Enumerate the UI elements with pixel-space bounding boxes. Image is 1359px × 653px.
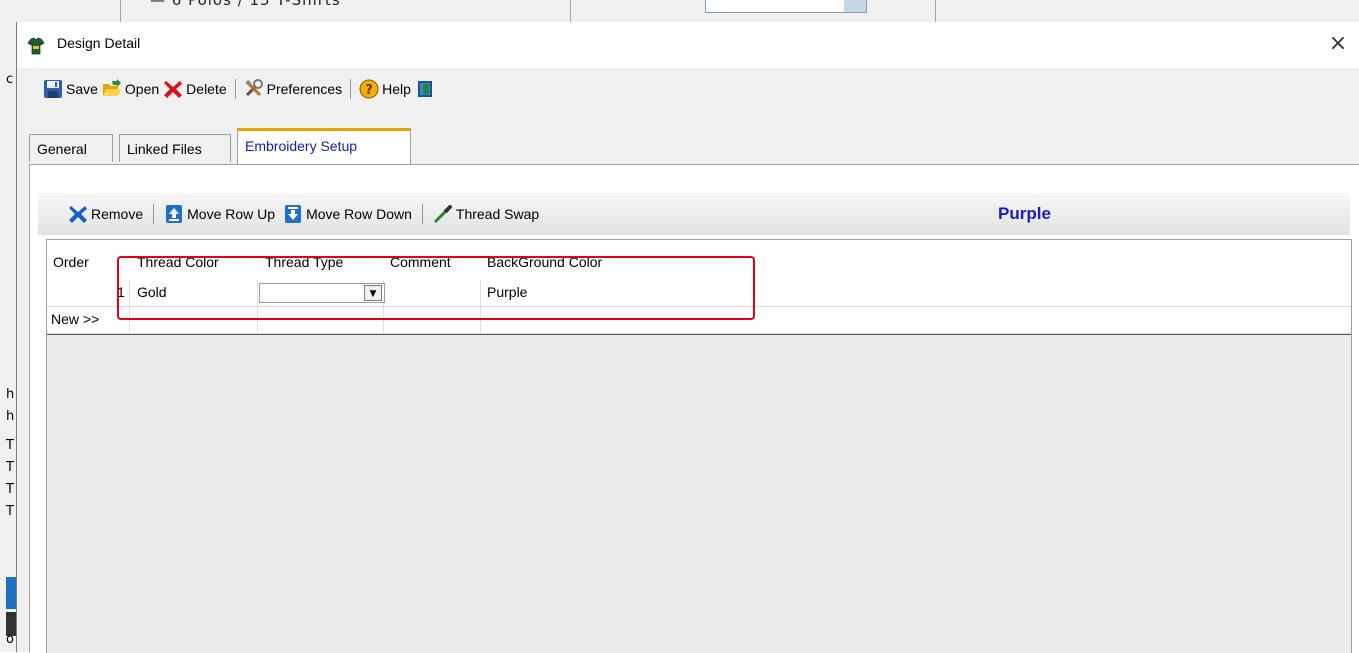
tab-embroidery-setup[interactable]: Embroidery Setup [237, 128, 411, 164]
background-char: T [6, 482, 14, 497]
exit-door-icon [417, 81, 432, 97]
floppy-disk-icon [44, 80, 62, 98]
red-x-icon [164, 81, 183, 98]
background-char: h [6, 409, 15, 424]
main-toolbar: Save Open Delete Preferences ? Help [41, 74, 437, 104]
background-app-strip: — 6 Polos / 15 T-Shirts [0, 0, 1359, 22]
delete-label: Delete [186, 81, 227, 97]
tab-linked-files[interactable]: Linked Files [119, 134, 231, 162]
background-char: h [6, 387, 15, 402]
window-title: Design Detail [57, 35, 141, 51]
cell-divider [480, 307, 481, 333]
move-down-label: Move Row Down [306, 206, 412, 222]
background-char: T [6, 460, 14, 475]
tab-general[interactable]: General [29, 134, 113, 162]
open-label: Open [124, 81, 160, 97]
help-label: Help [382, 81, 411, 97]
new-row-label: New >> [51, 311, 100, 327]
arrow-up-icon [166, 205, 183, 223]
move-row-up-button[interactable]: Move Row Up [160, 204, 279, 224]
background-text: — 6 Polos / 15 T-Shirts [150, 0, 341, 9]
eyedropper-icon [433, 205, 452, 224]
new-row[interactable]: New >> [47, 307, 1351, 334]
divider [120, 0, 121, 22]
cell-background-color[interactable]: Purple [487, 284, 527, 300]
divider [935, 0, 936, 22]
arrow-down-icon [285, 205, 302, 223]
design-detail-window: Design Detail × Save Open Delete Prefere… [16, 22, 1359, 653]
grid-header: Order Thread Color Thread Type Comment B… [47, 240, 1351, 280]
save-label: Save [66, 81, 98, 97]
close-button[interactable]: × [1324, 30, 1352, 58]
embroidery-toolbar: Remove Move Row Up Move Row Down Thread … [38, 193, 1350, 235]
divider [570, 0, 571, 22]
move-row-down-button[interactable]: Move Row Down [279, 204, 416, 224]
blue-x-icon [69, 206, 87, 223]
column-header-thread-color[interactable]: Thread Color [137, 254, 219, 270]
background-color-indicator: Purple [998, 204, 1051, 223]
grid-divider [47, 334, 1351, 335]
thread-swap-button[interactable]: Thread Swap [429, 204, 543, 224]
column-header-order[interactable]: Order [53, 254, 89, 270]
cell-divider [257, 307, 258, 333]
background-char: o [6, 632, 14, 647]
toolbar-separator [234, 79, 236, 99]
background-char: T [6, 504, 14, 519]
toolbar-separator [153, 204, 155, 224]
cell-divider [129, 280, 130, 306]
remove-label: Remove [91, 206, 144, 222]
title-bar: Design Detail × [17, 22, 1359, 68]
cell-divider [129, 307, 130, 333]
folder-open-icon [102, 79, 121, 96]
tools-icon [244, 79, 263, 97]
background-blue-block [6, 577, 16, 609]
delete-button[interactable]: Delete [161, 79, 228, 99]
remove-button[interactable]: Remove [64, 204, 147, 224]
shirt-app-icon [27, 37, 45, 55]
save-button[interactable]: Save [41, 79, 100, 99]
cell-divider [383, 307, 384, 333]
exit-button[interactable] [413, 79, 437, 99]
thread-grid: Order Thread Color Thread Type Comment B… [46, 239, 1352, 653]
table-row[interactable]: 1 Gold ▼ Purple [47, 280, 1351, 307]
cell-divider [257, 280, 258, 306]
help-question-icon: ? [359, 79, 379, 99]
background-char: T [6, 438, 14, 453]
svg-text:?: ? [365, 83, 373, 98]
preferences-button[interactable]: Preferences [242, 79, 344, 99]
column-header-comment[interactable]: Comment [390, 254, 451, 270]
preferences-label: Preferences [266, 81, 343, 97]
column-header-background-color[interactable]: BackGround Color [487, 254, 602, 270]
cell-order[interactable]: 1 [117, 284, 125, 300]
column-header-thread-type[interactable]: Thread Type [265, 254, 343, 270]
move-up-label: Move Row Up [187, 206, 276, 222]
background-char: c [6, 72, 14, 87]
toolbar-separator [350, 79, 352, 99]
cell-thread-color[interactable]: Gold [137, 284, 167, 300]
help-button[interactable]: ? Help [357, 79, 413, 99]
chevron-down-icon[interactable]: ▼ [364, 285, 382, 301]
embroidery-setup-panel: Remove Move Row Up Move Row Down Thread … [29, 165, 1359, 653]
toolbar-separator [421, 204, 423, 224]
thread-type-dropdown[interactable]: ▼ [259, 283, 385, 303]
open-button[interactable]: Open [100, 79, 161, 99]
background-field [705, 0, 867, 13]
cell-divider [480, 280, 481, 306]
thread-swap-label: Thread Swap [455, 206, 540, 222]
background-app-left-strip: c h h T T T T o [0, 22, 16, 652]
